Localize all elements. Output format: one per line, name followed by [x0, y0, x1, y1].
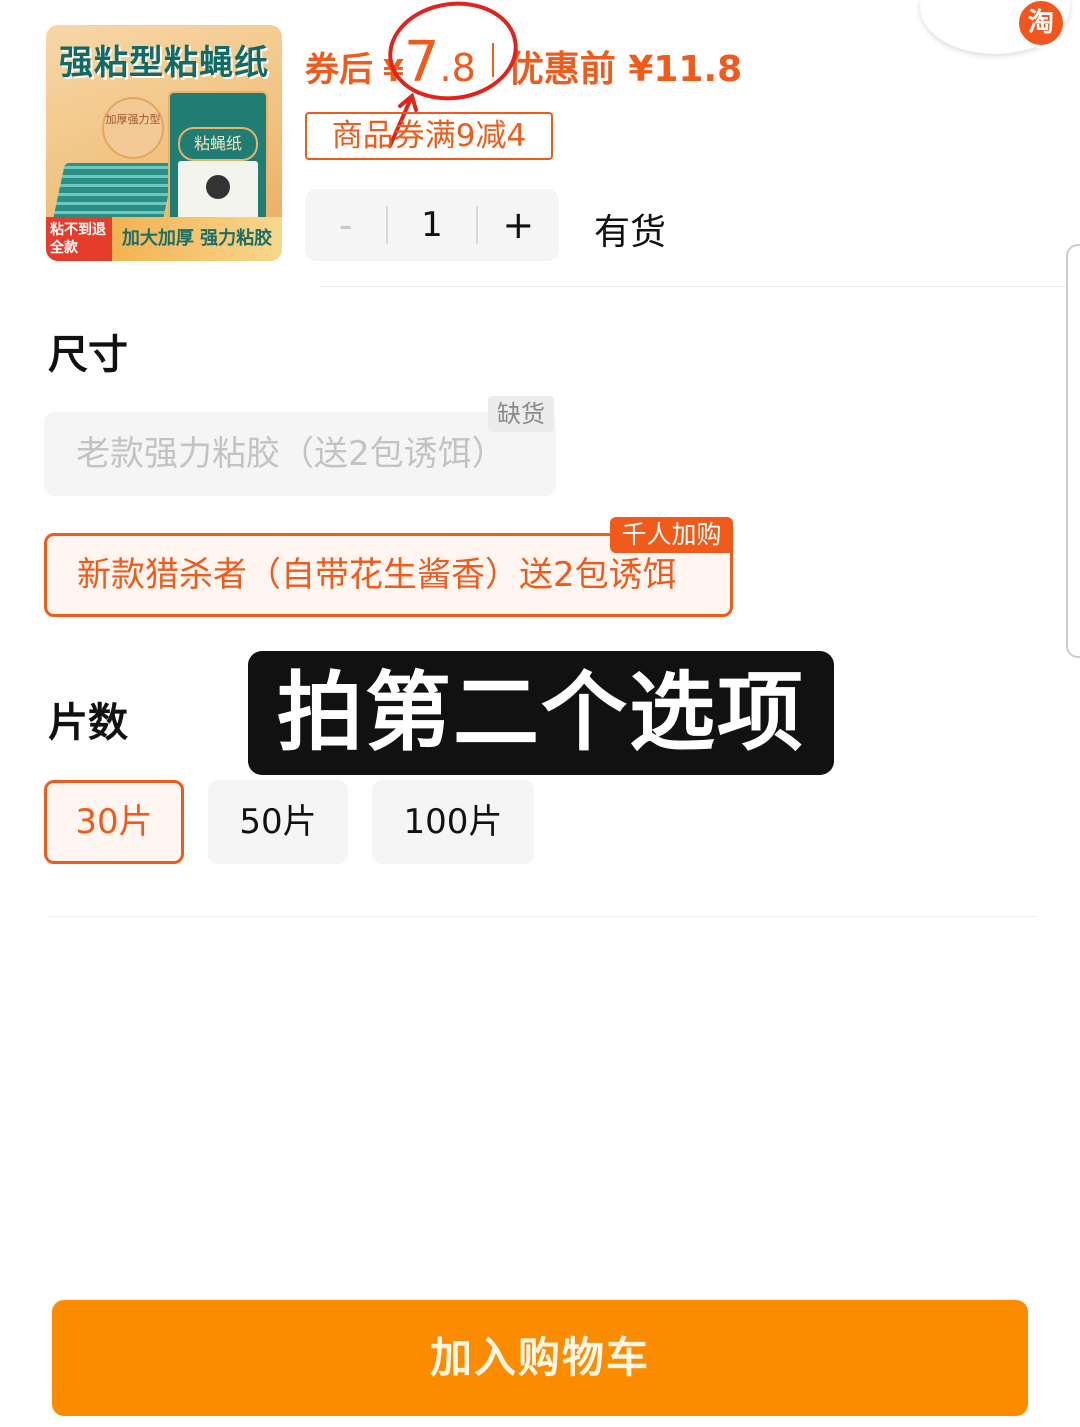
- original-price: 优惠前 ¥11.8: [507, 49, 743, 90]
- product-thumbnail[interactable]: 强粘型粘蝇纸 加厚强力型 粘蝇纸 粘不到退全款 加大加厚 强力粘胶: [46, 25, 282, 261]
- thumbnail-title: 强粘型粘蝇纸: [59, 43, 269, 83]
- taobao-icon: 淘: [1016, 0, 1066, 48]
- quantity-value[interactable]: 1: [388, 205, 475, 245]
- coupon-badge[interactable]: 商品券满9减4: [305, 112, 553, 160]
- out-of-stock-badge: 缺货: [488, 396, 554, 432]
- count-section-title: 片数: [48, 700, 128, 746]
- size-option-old[interactable]: 老款强力粘胶（送2包诱饵）: [44, 412, 556, 496]
- thumbnail-package-label: 粘蝇纸: [178, 127, 258, 161]
- app-logo: 淘: [920, 0, 1070, 54]
- increase-button[interactable]: +: [478, 189, 559, 261]
- divider: [48, 916, 1036, 917]
- after-coupon-label: 券后: [305, 50, 373, 90]
- stock-status: 有货: [594, 212, 667, 253]
- overlay-caption: 拍第二个选项: [248, 651, 834, 775]
- size-section-title: 尺寸: [48, 332, 128, 378]
- decrease-button[interactable]: -: [305, 189, 386, 261]
- count-option-100[interactable]: 100片: [372, 780, 534, 864]
- thumbnail-badge: 加厚强力型: [102, 97, 164, 159]
- thumbnail-refund-label: 粘不到退全款: [46, 217, 112, 261]
- price-line: 券后 ¥ 7 .8 优惠前 ¥11.8: [305, 30, 743, 95]
- side-panel-handle[interactable]: [1066, 244, 1080, 658]
- quantity-stepper: - 1 +: [305, 189, 559, 261]
- add-to-cart-button[interactable]: 加入购物车: [52, 1300, 1028, 1416]
- thumbnail-strip: 粘不到退全款 加大加厚 强力粘胶: [46, 217, 282, 261]
- popular-badge: 千人加购: [610, 517, 733, 553]
- fly-icon: [206, 175, 230, 199]
- count-option-50[interactable]: 50片: [208, 780, 348, 864]
- count-option-30[interactable]: 30片: [44, 780, 184, 864]
- thumbnail-package-window: [178, 161, 258, 225]
- divider: [320, 286, 1080, 287]
- thumbnail-feature-label: 加大加厚 强力粘胶: [112, 217, 282, 261]
